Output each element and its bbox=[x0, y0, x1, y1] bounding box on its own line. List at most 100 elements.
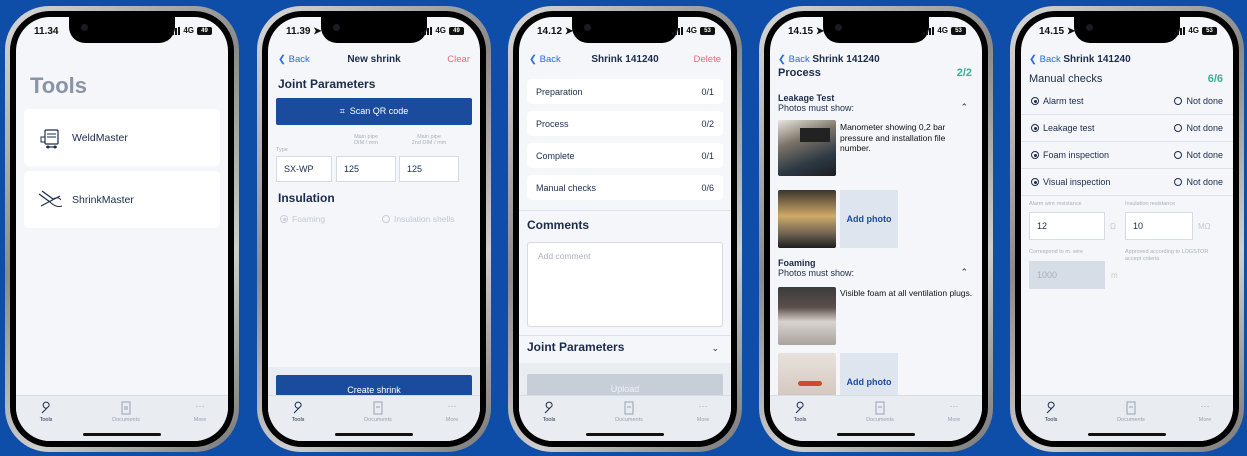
tab-tools[interactable]: Tools bbox=[268, 401, 328, 423]
tab-tools[interactable]: Tools bbox=[1021, 401, 1081, 423]
insulation-heading: Insulation bbox=[278, 191, 335, 205]
tab-label: More bbox=[193, 417, 207, 423]
comment-input[interactable]: Add comment bbox=[527, 242, 723, 327]
battery-icon: 53 bbox=[700, 26, 715, 35]
main-2nd-dim-field[interactable]: 125 bbox=[399, 156, 459, 182]
divider bbox=[1021, 114, 1233, 115]
process-heading: Process bbox=[778, 67, 821, 79]
tab-bar: Tools Documents ··· More bbox=[1021, 395, 1233, 441]
divider bbox=[1021, 141, 1233, 142]
document-icon bbox=[121, 401, 131, 415]
check-leakage-test-done[interactable]: Leakage test bbox=[1031, 123, 1095, 133]
approved-note: Approved according to LOGSTOR accept cri… bbox=[1125, 249, 1209, 262]
network-label: 4G bbox=[1188, 26, 1199, 35]
status-bar: 11.39 ➤ 4G 49 bbox=[286, 26, 464, 42]
check-leakage-test-not-done[interactable]: Not done bbox=[1174, 123, 1223, 133]
scan-qr-button[interactable]: ⌗ Scan QR code bbox=[276, 98, 472, 125]
tab-label: Documents bbox=[112, 417, 140, 423]
photo-detail bbox=[798, 381, 822, 386]
nav-bar: ❮ Back Shrink 141240 bbox=[1021, 49, 1233, 71]
radio-empty-icon bbox=[1174, 124, 1183, 132]
status-bar: 14.12 ➤ 4G 53 bbox=[537, 26, 715, 42]
step-row-manual-checks[interactable]: Manual checks 0/6 bbox=[527, 175, 723, 200]
tab-label: Tools bbox=[291, 417, 305, 423]
divider bbox=[1021, 195, 1233, 196]
tab-more[interactable]: ··· More bbox=[924, 401, 982, 423]
chevron-up-icon[interactable]: ⌃ bbox=[960, 267, 968, 278]
delete-button[interactable]: Delete bbox=[694, 54, 721, 65]
tab-tools[interactable]: Tools bbox=[770, 401, 830, 423]
screen-tools: 11.34 4G 49 Tools WeldMaster ShrinkMaster… bbox=[16, 17, 228, 441]
step-row-complete[interactable]: Complete 0/1 bbox=[527, 143, 723, 168]
tab-tools[interactable]: Tools bbox=[16, 401, 76, 423]
signal-icon bbox=[169, 26, 181, 35]
check-visual-inspection-done[interactable]: Visual inspection bbox=[1031, 177, 1110, 187]
tab-more[interactable]: ··· More bbox=[422, 401, 480, 423]
home-indicator bbox=[837, 433, 915, 436]
tool-label: ShrinkMaster bbox=[72, 194, 134, 206]
wrench-icon bbox=[41, 401, 50, 414]
tab-label: Documents bbox=[615, 417, 643, 423]
shrink-torch-icon bbox=[36, 186, 64, 219]
tab-more[interactable]: ··· More bbox=[673, 401, 731, 423]
tab-more[interactable]: ··· More bbox=[1175, 401, 1233, 423]
chevron-up-icon[interactable]: ⌃ bbox=[960, 102, 968, 113]
tab-documents[interactable]: Documents bbox=[348, 401, 408, 423]
correspond-label: Correspond to m. wire bbox=[1029, 249, 1084, 255]
tool-card-weldmaster[interactable]: WeldMaster bbox=[24, 109, 220, 166]
type-field[interactable]: SX-WP bbox=[276, 156, 332, 182]
document-icon bbox=[875, 401, 885, 415]
step-label: Complete bbox=[536, 151, 575, 161]
main-dim-field[interactable]: 125 bbox=[336, 156, 396, 182]
foaming-radio[interactable]: Foaming bbox=[280, 214, 325, 224]
process-progress: 2/2 bbox=[956, 67, 972, 79]
network-label: 4G bbox=[435, 26, 446, 35]
step-label: Preparation bbox=[536, 87, 583, 97]
tab-tools[interactable]: Tools bbox=[519, 401, 579, 423]
radio-selected-icon bbox=[1031, 97, 1039, 105]
insulation-shells-radio[interactable]: Insulation shells bbox=[382, 214, 454, 224]
battery-icon: 49 bbox=[197, 26, 212, 35]
home-indicator bbox=[83, 433, 161, 436]
chevron-down-icon[interactable]: ⌄ bbox=[711, 343, 719, 354]
tab-documents[interactable]: Documents bbox=[96, 401, 156, 423]
main-2nd-dim-label: Main pipe 2nd DIM / mm bbox=[411, 134, 447, 146]
status-bar: 11.34 4G 49 bbox=[34, 26, 212, 42]
step-count: 0/2 bbox=[701, 119, 714, 129]
tab-documents[interactable]: Documents bbox=[599, 401, 659, 423]
battery-icon: 53 bbox=[1202, 26, 1217, 35]
leakage-captured-photo[interactable] bbox=[778, 190, 836, 248]
step-count: 0/1 bbox=[701, 87, 714, 97]
leakage-example-photo bbox=[778, 120, 836, 176]
screen-process: 14.15 ➤ 4G 53 ❮ Back Shrink 141240 Proces… bbox=[770, 17, 982, 441]
phone-new-shrink: 11.39 ➤ 4G 49 ❮ Back New shrink Clear Joi… bbox=[257, 6, 491, 452]
check-alarm-test-done[interactable]: Alarm test bbox=[1031, 96, 1084, 106]
location-arrow-icon: ➤ bbox=[815, 26, 825, 37]
wrench-icon bbox=[293, 401, 302, 414]
check-visual-inspection-not-done[interactable]: Not done bbox=[1174, 177, 1223, 187]
tab-bar: Tools Documents ··· More bbox=[16, 395, 228, 441]
add-photo-button[interactable]: Add photo bbox=[840, 190, 898, 248]
status-bar: 14.15 ➤ 4G 53 bbox=[788, 26, 966, 42]
step-row-preparation[interactable]: Preparation 0/1 bbox=[527, 79, 723, 104]
tab-more[interactable]: ··· More bbox=[170, 401, 228, 423]
status-bar: 14.15 ➤ 4G 53 bbox=[1039, 26, 1217, 42]
alarm-wire-field[interactable]: 12 bbox=[1029, 212, 1105, 240]
insulation-resistance-label: Insulation resistance bbox=[1125, 201, 1176, 207]
photo-detail bbox=[800, 128, 830, 142]
tab-documents[interactable]: Documents bbox=[850, 401, 910, 423]
phone-manual-checks: 14.15 ➤ 4G 53 ❮ Back Shrink 141240 Manual… bbox=[1010, 6, 1244, 452]
check-alarm-test-not-done[interactable]: Not done bbox=[1174, 96, 1223, 106]
clear-button[interactable]: Clear bbox=[447, 54, 470, 65]
tab-bar: Tools Documents ··· More bbox=[268, 395, 480, 441]
tab-bar: Tools Documents ··· More bbox=[519, 395, 731, 441]
radio-empty-icon bbox=[1174, 178, 1183, 186]
check-foam-inspection-not-done[interactable]: Not done bbox=[1174, 150, 1223, 160]
tool-card-shrinkmaster[interactable]: ShrinkMaster bbox=[24, 171, 220, 228]
insulation-resistance-field[interactable]: 10 bbox=[1125, 212, 1193, 240]
leakage-test-subtitle: Photos must show: bbox=[778, 103, 855, 113]
step-row-process[interactable]: Process 0/2 bbox=[527, 111, 723, 136]
tab-documents[interactable]: Documents bbox=[1101, 401, 1161, 423]
check-foam-inspection-done[interactable]: Foam inspection bbox=[1031, 150, 1109, 160]
network-label: 4G bbox=[937, 26, 948, 35]
